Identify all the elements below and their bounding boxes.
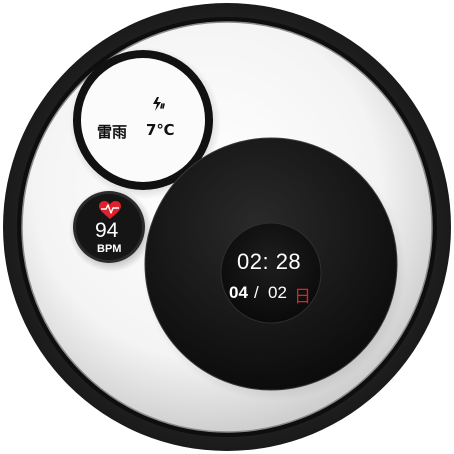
thunderstorm-icon [153, 97, 165, 111]
time-display: 02: 28 [237, 249, 302, 274]
weather-condition: 雷雨 [97, 123, 128, 141]
date-month: 04 [229, 283, 248, 302]
temperature: 7℃ [146, 121, 175, 139]
watch-face-graphics [0, 0, 454, 454]
date-separator: / [254, 283, 259, 302]
heart-pulse-icon [99, 201, 121, 219]
heart-rate-unit: BPM [97, 243, 122, 255]
weather-bubble [81, 58, 205, 182]
watch-face: 雷雨 7℃ 94 BPM 02: 28 04 / 02 日 [0, 0, 454, 454]
heart-rate-value: 94 [95, 219, 119, 242]
date-weekday: 日 [294, 287, 311, 307]
date-day: 02 [268, 283, 287, 302]
